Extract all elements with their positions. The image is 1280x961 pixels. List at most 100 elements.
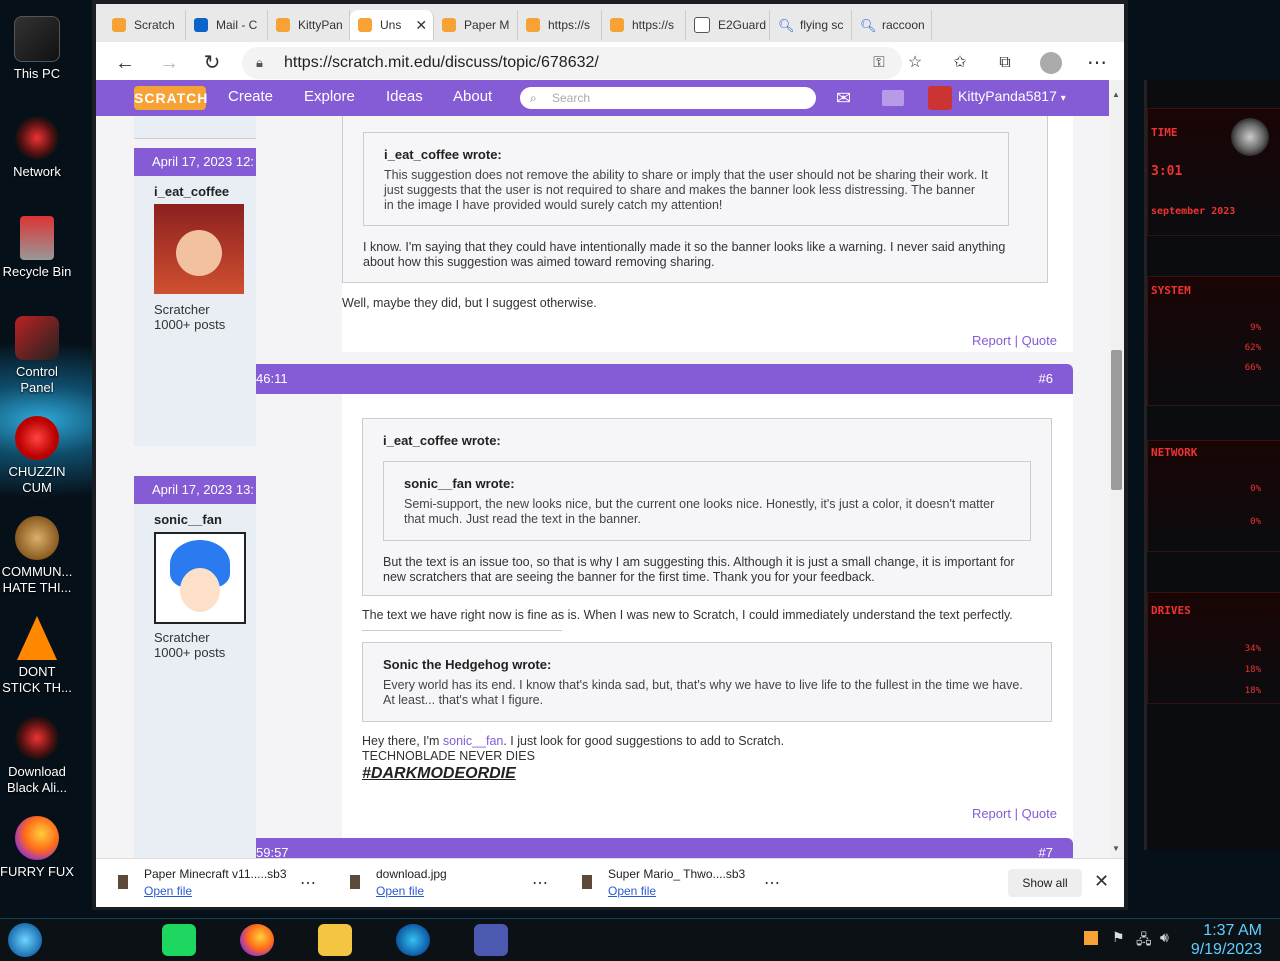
- start-button[interactable]: [8, 923, 42, 957]
- open-file-link[interactable]: Open file: [376, 884, 447, 898]
- scroll-up-icon[interactable]: ▲: [1112, 90, 1120, 99]
- tab-paper[interactable]: Paper M: [434, 10, 518, 40]
- widget-time-label: TIME: [1151, 126, 1178, 139]
- download-more-icon[interactable]: ⋯: [764, 873, 780, 893]
- signature-text: . I just look for good suggestions to ad…: [503, 734, 785, 748]
- signature-quote: Sonic the Hedgehog wrote: Every world ha…: [362, 642, 1052, 722]
- volume-icon[interactable]: 🔊︎: [1160, 929, 1169, 946]
- close-tab-icon[interactable]: ✕: [415, 17, 427, 34]
- network-tray-icon[interactable]: 🖧︎: [1136, 929, 1152, 953]
- flag-icon[interactable]: ⚑: [1112, 929, 1125, 946]
- post-header-bar: 46:11 #6: [256, 364, 1073, 394]
- author-name[interactable]: sonic__fan: [154, 512, 222, 527]
- tab-https-2[interactable]: https://s: [602, 10, 686, 40]
- settings-more-button[interactable]: ⋯: [1084, 50, 1110, 76]
- outlook-icon: [194, 18, 208, 32]
- scratch-favicon: [610, 18, 624, 32]
- tab-e2guard[interactable]: E2Guard: [686, 10, 770, 40]
- post-date: April 17, 2023 13:: [134, 476, 256, 504]
- signature-hashtag: #DARKMODEORDIE: [362, 765, 516, 782]
- user-avatar[interactable]: [928, 86, 952, 110]
- control-panel-icon: [15, 316, 59, 360]
- back-button[interactable]: ←: [112, 50, 138, 76]
- tab-scratch[interactable]: Scratch: [104, 10, 186, 40]
- widget-drive-d-pct: 18%: [1244, 665, 1261, 675]
- downloads-bar: Paper Minecraft v11.....sb3 Open file ⋯ d…: [96, 858, 1124, 907]
- author-avatar[interactable]: [154, 204, 244, 294]
- edge-icon[interactable]: [396, 924, 430, 956]
- author-name[interactable]: i_eat_coffee: [154, 184, 229, 199]
- scratch-logo[interactable]: SCRATCH: [134, 86, 207, 110]
- desktop-icon-this-pc[interactable]: This PC: [0, 16, 74, 82]
- post-number[interactable]: #6: [1039, 364, 1053, 394]
- quote-text: I know. I'm saying that they could have …: [363, 240, 1006, 269]
- post-header-bar: 59:57 #7: [256, 838, 1073, 858]
- desktop-icon-chuzzin[interactable]: CHUZZIN CUM: [0, 416, 74, 496]
- report-link[interactable]: Report: [972, 806, 1011, 821]
- collections-icon[interactable]: ⧉: [992, 50, 1018, 76]
- desktop-icon-network[interactable]: Network: [0, 116, 74, 180]
- search-input[interactable]: ⌕ Search: [520, 87, 816, 109]
- quote-link[interactable]: Quote: [1022, 806, 1057, 821]
- firefox-icon[interactable]: [240, 924, 274, 956]
- download-item[interactable]: download.jpg Open file: [350, 867, 447, 898]
- download-item[interactable]: Super Mario_ Thwo....sb3 Open file: [582, 867, 745, 898]
- desktop-icon-download-black[interactable]: Download Black Ali...: [0, 716, 74, 796]
- refresh-button[interactable]: ↻: [199, 50, 225, 76]
- author-avatar[interactable]: [154, 532, 246, 624]
- my-stuff-icon[interactable]: [882, 90, 904, 106]
- tab-flying[interactable]: 🔍︎ flying sc: [770, 10, 852, 40]
- inner-quote: i_eat_coffee wrote: This suggestion does…: [363, 132, 1009, 226]
- open-file-link[interactable]: Open file: [144, 884, 287, 898]
- download-item[interactable]: Paper Minecraft v11.....sb3 Open file: [118, 867, 287, 898]
- desktop-icon-dont-stick[interactable]: DONT STICK TH...: [0, 616, 74, 696]
- report-link[interactable]: Report: [972, 333, 1011, 348]
- forward-button[interactable]: →: [156, 50, 182, 76]
- messages-icon[interactable]: ✉: [836, 88, 851, 109]
- nav-about[interactable]: About: [453, 88, 492, 105]
- nav-create[interactable]: Create: [228, 88, 273, 105]
- page-scrollbar[interactable]: ▲ ▼: [1109, 80, 1124, 858]
- post-number[interactable]: #7: [1039, 838, 1053, 858]
- tab-raccoon[interactable]: 🔍︎ raccoon: [852, 10, 932, 40]
- close-icon[interactable]: ✕: [1094, 871, 1109, 892]
- scroll-down-icon[interactable]: ▼: [1112, 844, 1120, 853]
- file-explorer-icon[interactable]: [318, 924, 352, 956]
- download-more-icon[interactable]: ⋯: [532, 873, 548, 893]
- search-icon: ⌕: [530, 91, 537, 105]
- signature-text: Hey there, I'm: [362, 734, 443, 748]
- tab-label: KittyPan: [298, 18, 343, 32]
- tab-https-1[interactable]: https://s: [518, 10, 602, 40]
- url-input[interactable]: 🔒︎ https://scratch.mit.edu/discuss/topic…: [242, 47, 902, 79]
- post-time: 46:11: [256, 371, 288, 386]
- download-more-icon[interactable]: ⋯: [300, 873, 316, 893]
- username-menu[interactable]: KittyPanda5817 ▾: [958, 88, 1066, 104]
- desktop-icon-furry-fux[interactable]: FURRY FUX: [0, 816, 74, 880]
- app-window-icon[interactable]: [474, 924, 508, 956]
- favorites-icon[interactable]: ✩: [947, 50, 973, 76]
- quote-header: Sonic the Hedgehog wrote:: [383, 657, 552, 672]
- tab-mail[interactable]: Mail - C: [186, 10, 268, 40]
- signature-user-link[interactable]: sonic__fan: [443, 734, 503, 748]
- nav-explore[interactable]: Explore: [304, 88, 355, 105]
- nav-ideas[interactable]: Ideas: [386, 88, 423, 105]
- tab-label: raccoon: [882, 18, 925, 32]
- tab-kittypanda[interactable]: KittyPan: [268, 10, 350, 40]
- desktop-icon-label: COMMUN... HATE THI...: [1, 564, 73, 595]
- tab-active[interactable]: Uns ✕: [350, 10, 434, 40]
- desktop-icon-control-panel[interactable]: Control Panel: [0, 316, 74, 396]
- quote-link[interactable]: Quote: [1022, 333, 1057, 348]
- desktop-icon-recycle-bin[interactable]: Recycle Bin: [0, 216, 74, 280]
- taskbar-clock[interactable]: 1:37 AM 9/19/2023: [1191, 921, 1262, 959]
- quote-header: i_eat_coffee wrote:: [383, 433, 501, 448]
- open-file-link[interactable]: Open file: [608, 884, 745, 898]
- show-all-button[interactable]: Show all: [1008, 869, 1082, 897]
- spotify-icon[interactable]: [162, 924, 196, 956]
- key-icon[interactable]: ⚿: [866, 50, 892, 76]
- scrollbar-thumb[interactable]: [1111, 350, 1122, 490]
- search-icon: 🔍︎: [860, 18, 877, 33]
- desktop-icon-commun[interactable]: COMMUN... HATE THI...: [0, 516, 74, 596]
- profile-avatar[interactable]: [1038, 50, 1064, 76]
- add-favorite-icon[interactable]: ☆: [902, 50, 928, 76]
- tray-app-icon[interactable]: [1084, 931, 1098, 945]
